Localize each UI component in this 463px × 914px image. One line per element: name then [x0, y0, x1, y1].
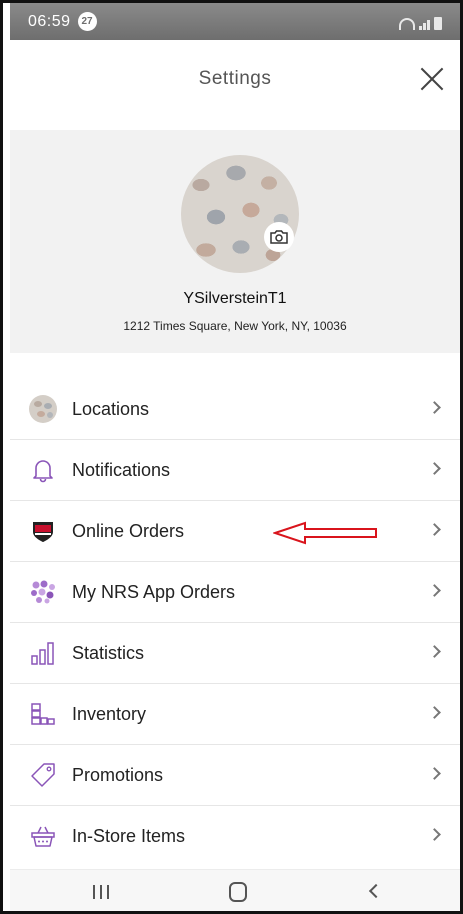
menu-item-label: My NRS App Orders: [72, 581, 236, 602]
menu-item-label: Statistics: [72, 642, 145, 663]
chevron-right-icon: [428, 828, 441, 841]
home-button[interactable]: [229, 882, 247, 902]
menu-item-label: In-Store Items: [72, 826, 186, 846]
close-button[interactable]: [416, 62, 448, 94]
status-icons: [399, 14, 442, 30]
inventory-boxes-icon: [27, 698, 59, 730]
status-time: 06:59: [28, 12, 71, 30]
chevron-right-icon: [428, 645, 441, 658]
menu-item-label: Notifications: [72, 459, 171, 480]
recent-apps-button[interactable]: [93, 885, 109, 899]
settings-menu: Locations Notifications Online Orders My…: [10, 379, 460, 867]
camera-icon: [270, 230, 288, 244]
menu-item-statistics[interactable]: Statistics: [10, 623, 460, 684]
chevron-right-icon: [428, 706, 441, 719]
battery-icon: [434, 16, 442, 30]
menu-item-label: Promotions: [72, 764, 164, 785]
system-nav-bar: [10, 869, 460, 911]
menu-item-locations[interactable]: Locations: [10, 379, 460, 440]
avatar[interactable]: [181, 155, 299, 273]
location-avatar-icon: [27, 393, 59, 425]
chevron-right-icon: [428, 767, 441, 780]
notification-count-badge: 27: [77, 12, 97, 31]
menu-item-notifications[interactable]: Notifications: [10, 440, 460, 501]
basket-icon: [27, 820, 59, 852]
profile-username: YSilversteinT1: [183, 290, 287, 307]
dots-cluster-icon: [27, 576, 59, 608]
menu-item-in-store-items[interactable]: In-Store Items: [10, 806, 460, 867]
menu-item-promotions[interactable]: Promotions: [10, 745, 460, 806]
wifi-icon: [399, 17, 415, 30]
change-photo-button[interactable]: [264, 222, 294, 252]
chevron-right-icon: [428, 523, 441, 536]
signal-icon: [419, 19, 430, 30]
menu-item-my-nrs-app-orders[interactable]: My NRS App Orders: [10, 562, 460, 623]
status-bar: 06:59 27: [10, 3, 460, 40]
tag-icon: [27, 759, 59, 791]
menu-item-inventory[interactable]: Inventory: [10, 684, 460, 745]
menu-item-label: Online Orders: [72, 520, 185, 541]
profile-section: YSilversteinT1 1212 Times Square, New Yo…: [10, 130, 460, 353]
profile-address: 1212 Times Square, New York, NY, 10036: [123, 319, 347, 333]
menu-item-label: Inventory: [72, 703, 147, 724]
page-title: Settings: [198, 68, 272, 89]
menu-item-online-orders[interactable]: Online Orders: [10, 501, 460, 562]
menu-item-label: Locations: [72, 398, 150, 419]
phone-frame: 06:59 27 Settings YSilversteinT1 1212 Ti…: [0, 0, 463, 914]
chevron-right-icon: [428, 462, 441, 475]
bell-icon: [27, 454, 59, 486]
back-button[interactable]: [368, 883, 384, 899]
bar-chart-icon: [27, 637, 59, 669]
chevron-right-icon: [428, 584, 441, 597]
header: Settings: [10, 40, 460, 130]
br-badge-icon: [27, 515, 59, 547]
annotation-arrow-icon: [273, 521, 377, 545]
chevron-right-icon: [428, 401, 441, 414]
